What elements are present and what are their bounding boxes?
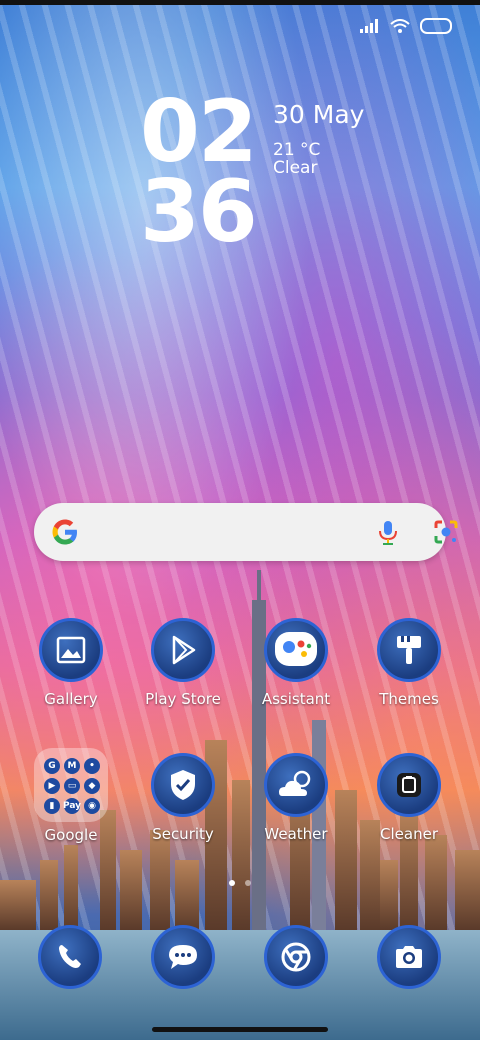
mini-app-icon: ▭ (64, 778, 80, 794)
mini-app-icon: ◉ (84, 798, 100, 814)
mini-app-icon: G (44, 758, 60, 774)
gallery-icon (39, 618, 103, 682)
wifi-icon (390, 19, 410, 33)
phone-icon[interactable] (38, 925, 102, 989)
chrome-icon[interactable] (264, 925, 328, 989)
app-label: Google (44, 826, 98, 844)
camera-icon[interactable] (377, 925, 441, 989)
play-store-icon (151, 618, 215, 682)
app-cleaner[interactable]: Cleaner (354, 753, 464, 843)
mini-app-icon: ▮ (44, 798, 60, 814)
app-label: Themes (379, 690, 439, 708)
voice-search-icon[interactable] (376, 520, 400, 546)
app-weather[interactable]: Weather (241, 753, 351, 843)
weather-condition-text: Clear (273, 158, 318, 178)
app-label: Gallery (44, 690, 98, 708)
google-lens-icon[interactable] (432, 518, 460, 546)
security-icon (151, 753, 215, 817)
app-themes[interactable]: Themes (354, 618, 464, 708)
mini-app-icon: Pay (63, 798, 81, 814)
app-assistant[interactable]: Assistant (241, 618, 351, 708)
temperature-text: 21 °C (273, 140, 321, 160)
app-label: Cleaner (380, 825, 438, 843)
clock-widget[interactable]: 02 36 (140, 82, 270, 262)
weather-icon (264, 753, 328, 817)
status-bar (360, 18, 452, 34)
messages-icon[interactable] (151, 925, 215, 989)
top-edge (0, 0, 480, 5)
app-play-store[interactable]: Play Store (128, 618, 238, 708)
home-gesture-bar[interactable] (152, 1027, 328, 1032)
cleaner-icon (377, 753, 441, 817)
app-label: Weather (264, 825, 328, 843)
page-dot-active (229, 880, 235, 886)
mini-app-icon: ◆ (84, 778, 100, 794)
app-security[interactable]: Security (128, 753, 238, 843)
mini-app-icon: • (84, 758, 100, 774)
folder-google[interactable]: G M • ▶ ▭ ◆ ▮ Pay ◉ Google (16, 748, 126, 844)
app-label: Assistant (261, 690, 331, 708)
battery-icon (420, 18, 452, 34)
mini-app-icon: M (64, 758, 80, 774)
assistant-icon (264, 618, 328, 682)
themes-icon (377, 618, 441, 682)
mini-app-icon: ▶ (44, 778, 60, 794)
google-folder-icon: G M • ▶ ▭ ◆ ▮ Pay ◉ (34, 748, 108, 822)
google-search-bar[interactable] (34, 503, 458, 561)
clock-minute: 36 (140, 162, 258, 262)
app-label: Play Store (145, 690, 221, 708)
google-g-icon (52, 519, 77, 545)
clock-hour: 02 (140, 82, 258, 182)
page-indicator[interactable] (0, 880, 480, 886)
page-dot (245, 880, 251, 886)
app-gallery[interactable]: Gallery (16, 618, 126, 708)
app-label: Security (152, 825, 214, 843)
signal-icon (360, 19, 378, 33)
date-text[interactable]: 30 May (273, 100, 364, 129)
